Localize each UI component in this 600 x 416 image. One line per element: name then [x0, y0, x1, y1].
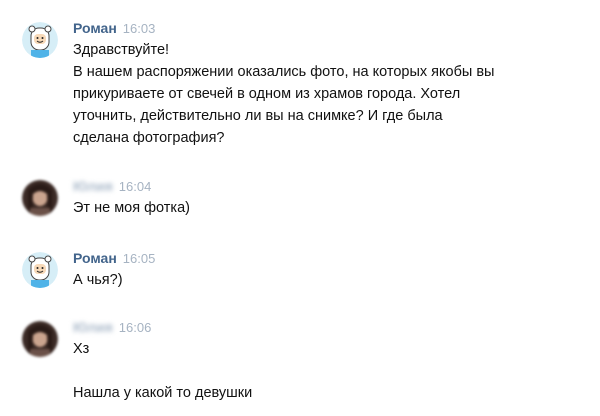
finn-avatar-icon — [22, 252, 58, 288]
author-name[interactable]: Роман — [73, 250, 117, 266]
text-line: Хз — [73, 341, 90, 357]
avatar[interactable] — [22, 252, 58, 288]
text-line: В нашем распоряжении оказались фото, на … — [73, 64, 495, 80]
text-line: сделана фотография? — [73, 130, 225, 146]
user-photo-icon — [22, 180, 58, 216]
author-name[interactable]: Роман — [73, 20, 117, 36]
text-line: Нашла у какой то девушки — [73, 385, 253, 401]
message-time: 16:04 — [118, 179, 152, 194]
avatar[interactable] — [22, 22, 58, 58]
chat-history: Роман 16:03 Здравствуйте! В нашем распоря… — [0, 0, 600, 416]
message-text: Эт не моя фотка) — [73, 197, 573, 219]
author-name[interactable]: Юлия — [73, 178, 113, 194]
avatar[interactable] — [22, 321, 58, 357]
avatar[interactable] — [22, 180, 58, 216]
message-time: 16:06 — [118, 320, 152, 335]
message-time: 16:05 — [122, 251, 156, 266]
text-line — [73, 360, 573, 382]
message-text: А чья?) — [73, 269, 573, 291]
message-text: Здравствуйте! В нашем распоряжении оказа… — [73, 39, 573, 149]
text-line: уточнить, действительно ли вы на снимке?… — [73, 108, 443, 124]
author-name[interactable]: Юлия — [73, 319, 113, 335]
user-photo-icon — [22, 321, 58, 357]
text-line: А чья?) — [73, 272, 123, 288]
message-text: Хз Нашла у какой то девушки — [73, 338, 573, 404]
finn-avatar-icon — [22, 22, 58, 58]
text-line: прикуриваете от свечей в одном из храмов… — [73, 86, 461, 102]
text-line: Эт не моя фотка) — [73, 200, 190, 216]
message-time: 16:03 — [122, 21, 156, 36]
text-line: Здравствуйте! — [73, 42, 170, 58]
